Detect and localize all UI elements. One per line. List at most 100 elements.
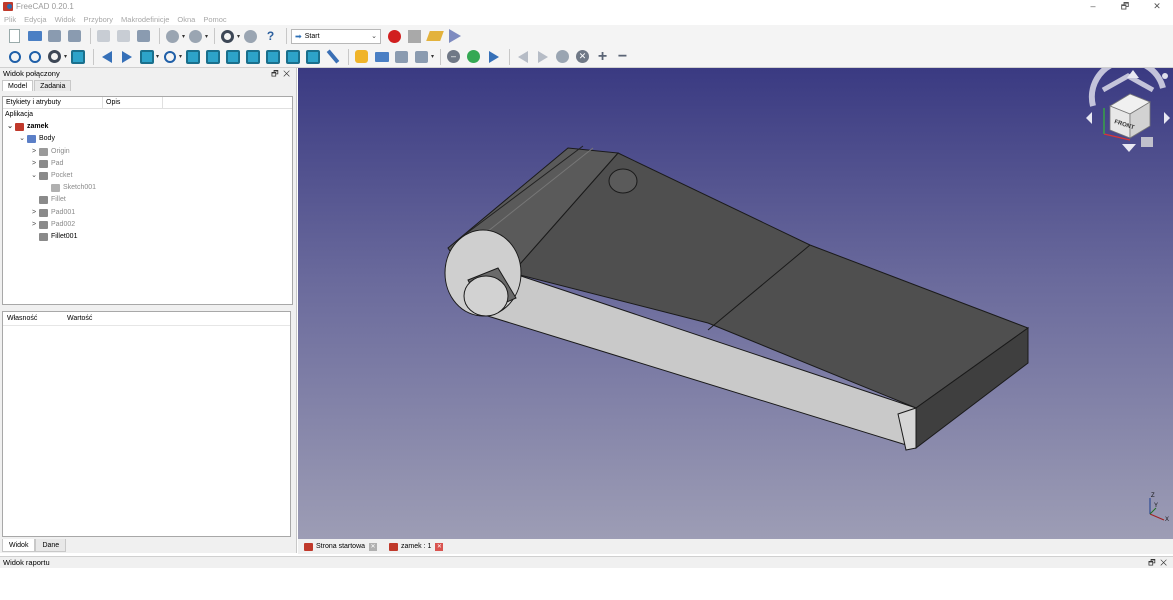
- tree-item[interactable]: Sketch001: [3, 182, 292, 194]
- tree-col-labels[interactable]: Etykiety i atrybuty: [3, 97, 103, 108]
- std-views-button[interactable]: [138, 48, 155, 65]
- nav-down-arrow-icon[interactable]: [1122, 144, 1136, 152]
- 3d-viewport[interactable]: FRONT Z Y X: [298, 68, 1173, 539]
- nav-left-arrow-icon[interactable]: [1086, 112, 1092, 124]
- tab-zamek[interactable]: zamek : 1 ✕: [389, 542, 444, 551]
- web-zoom-out-button[interactable]: −: [614, 48, 631, 65]
- model-zamek[interactable]: [444, 145, 1030, 451]
- tree-item[interactable]: ⌄ zamek: [3, 121, 292, 133]
- web-forward-button[interactable]: [534, 48, 551, 65]
- nav-right-arrow-icon[interactable]: [1164, 112, 1170, 124]
- workbench-selector[interactable]: ➡ Start ⌄: [291, 28, 382, 44]
- close-tab-icon[interactable]: ✕: [369, 542, 378, 551]
- view-rear-button[interactable]: [264, 48, 281, 65]
- tab-start-page[interactable]: Strona startowa ✕: [304, 542, 378, 551]
- nav-back-button[interactable]: [98, 48, 115, 65]
- restore-button[interactable]: 🗗: [1109, 0, 1141, 13]
- web-start-button[interactable]: [465, 48, 482, 65]
- create-part-button[interactable]: [353, 48, 370, 65]
- open-button[interactable]: [26, 28, 43, 45]
- draw-style-dropdown-icon[interactable]: ▾: [64, 53, 67, 60]
- bounding-box-button[interactable]: [69, 48, 86, 65]
- zoom-button[interactable]: [161, 48, 178, 65]
- view-right-button[interactable]: [244, 48, 261, 65]
- link-dropdown-icon[interactable]: ▾: [431, 53, 434, 60]
- save-button[interactable]: [46, 28, 63, 45]
- tree-item[interactable]: > Pad002: [3, 219, 292, 231]
- chevron-right-icon[interactable]: >: [29, 207, 39, 219]
- fit-selection-button[interactable]: [26, 48, 43, 65]
- tree-item[interactable]: Fillet001: [3, 231, 292, 243]
- web-go-button[interactable]: [485, 48, 502, 65]
- minimize-button[interactable]: –: [1077, 0, 1109, 13]
- std-views-dropdown-icon[interactable]: ▾: [156, 53, 159, 60]
- web-back-button[interactable]: [514, 48, 531, 65]
- nav-menu-icon[interactable]: [1162, 73, 1168, 79]
- print-button[interactable]: [66, 28, 83, 45]
- macro-record-button[interactable]: [386, 28, 403, 45]
- chevron-right-icon[interactable]: >: [29, 158, 39, 170]
- undo-button[interactable]: [164, 28, 181, 45]
- view-front-button[interactable]: [204, 48, 221, 65]
- menu-okna[interactable]: Okna: [177, 15, 195, 24]
- tree-item[interactable]: ⌄ Body: [3, 133, 292, 145]
- copy-button[interactable]: [115, 28, 132, 45]
- tab-model[interactable]: Model: [2, 80, 34, 91]
- create-group-button[interactable]: [373, 48, 390, 65]
- chevron-down-icon[interactable]: ⌄: [5, 121, 15, 133]
- tree-item[interactable]: ⌄ Pocket: [3, 170, 292, 182]
- redo-button[interactable]: [187, 28, 204, 45]
- chevron-right-icon[interactable]: >: [29, 219, 39, 231]
- view-left-button[interactable]: [304, 48, 321, 65]
- close-tab-icon[interactable]: ✕: [435, 542, 444, 551]
- close-report-icon[interactable]: ✕: [1160, 558, 1167, 567]
- float-report-icon[interactable]: 🗗: [1148, 558, 1156, 567]
- navigation-cube[interactable]: FRONT: [1086, 68, 1170, 152]
- paste-button[interactable]: [135, 28, 152, 45]
- chevron-down-icon[interactable]: ⌄: [17, 133, 27, 145]
- menu-plik[interactable]: Plik: [4, 15, 16, 24]
- chevron-right-icon[interactable]: >: [29, 146, 39, 158]
- new-document-button[interactable]: [6, 28, 23, 45]
- rotate-top-arc-icon[interactable]: [1101, 73, 1155, 93]
- zoom-dropdown-icon[interactable]: ▾: [179, 53, 182, 60]
- recompute-button[interactable]: [242, 28, 259, 45]
- tree-item[interactable]: > Origin: [3, 146, 292, 158]
- float-panel-icon[interactable]: 🗗: [271, 69, 279, 78]
- web-zoom-in-button[interactable]: +: [594, 48, 611, 65]
- web-stop-button[interactable]: ✕: [574, 48, 591, 65]
- menu-widok[interactable]: Widok: [55, 15, 76, 24]
- cut-button[interactable]: [95, 28, 112, 45]
- prop-col-property[interactable]: Własność: [3, 312, 63, 325]
- refresh-button[interactable]: [219, 28, 236, 45]
- prop-col-value[interactable]: Wartość: [63, 312, 92, 325]
- menu-przybory[interactable]: Przybory: [83, 15, 113, 24]
- menu-makrodefinicje[interactable]: Makrodefinicje: [121, 15, 169, 24]
- tab-zadania[interactable]: Zadania: [34, 80, 72, 91]
- tab-dane[interactable]: Dane: [35, 539, 67, 552]
- link-actions-button[interactable]: [413, 48, 430, 65]
- tab-widok[interactable]: Widok: [2, 539, 36, 552]
- draw-style-button[interactable]: [46, 48, 63, 65]
- refresh-dropdown-icon[interactable]: ▾: [237, 33, 240, 40]
- menu-pomoc[interactable]: Pomoc: [203, 15, 226, 24]
- nav-forward-button[interactable]: [118, 48, 135, 65]
- fit-all-button[interactable]: [6, 48, 23, 65]
- menu-edycja[interactable]: Edycja: [24, 15, 47, 24]
- undo-dropdown-icon[interactable]: ▾: [182, 33, 185, 40]
- view-isometric-button[interactable]: [184, 48, 201, 65]
- macro-stop-button[interactable]: [406, 28, 423, 45]
- nav-cube-menu-icon[interactable]: [1141, 137, 1153, 147]
- chevron-down-icon[interactable]: ⌄: [29, 170, 39, 182]
- close-button[interactable]: ✕: [1141, 0, 1173, 13]
- close-panel-icon[interactable]: ✕: [283, 69, 290, 78]
- link-button[interactable]: [393, 48, 410, 65]
- web-minus-button[interactable]: –: [445, 48, 462, 65]
- tree-item[interactable]: > Pad: [3, 158, 292, 170]
- view-bottom-button[interactable]: [284, 48, 301, 65]
- redo-dropdown-icon[interactable]: ▾: [205, 33, 208, 40]
- tree-item[interactable]: Aplikacja: [3, 109, 292, 121]
- whats-this-button[interactable]: ?: [262, 28, 279, 45]
- measure-button[interactable]: [324, 48, 341, 65]
- tree-item[interactable]: > Pad001: [3, 207, 292, 219]
